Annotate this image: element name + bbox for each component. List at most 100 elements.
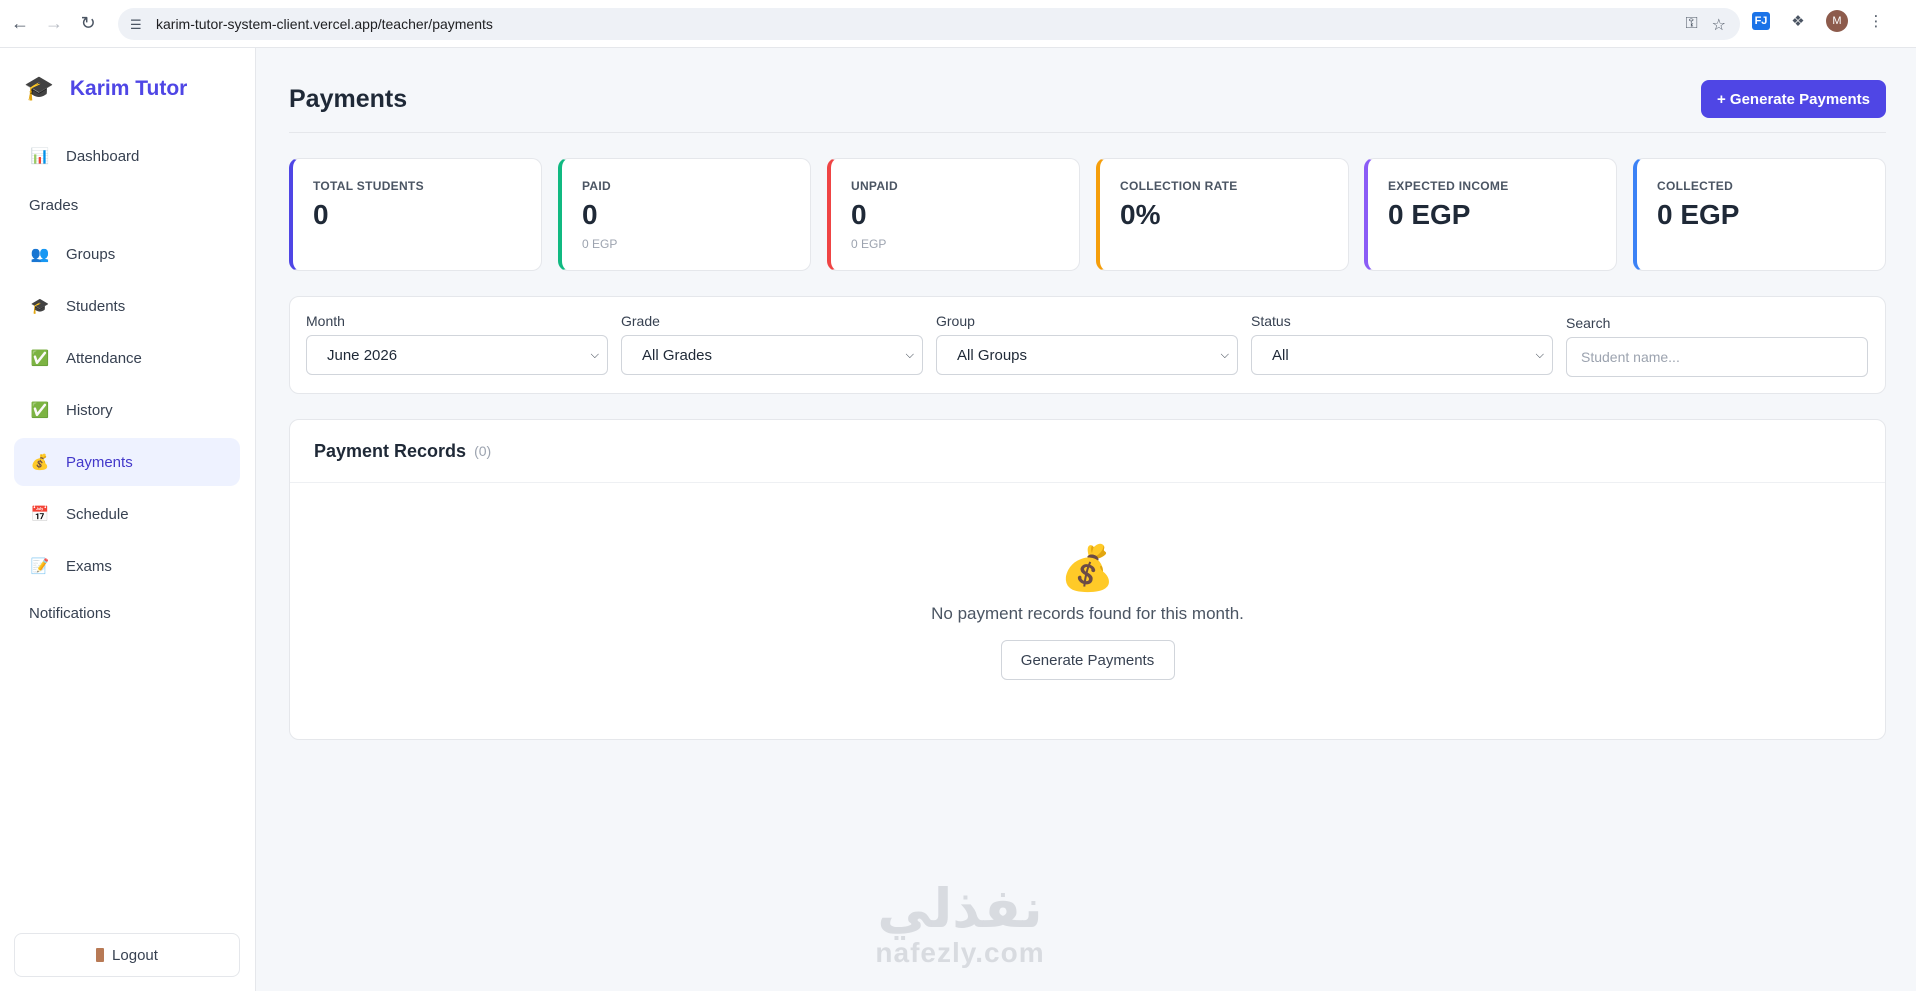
people-icon: 👥 [30, 246, 50, 263]
chevron-down-icon: ⌵ [905, 348, 914, 361]
grade-select[interactable]: All Grades ⌵ [621, 335, 923, 375]
group-filter: Group All Groups ⌵ [936, 313, 1238, 375]
group-select-value: All Groups [957, 346, 1028, 364]
watermark-arabic: نفذلي [877, 877, 1043, 940]
payment-records-panel: Payment Records (0) 💰 No payment records… [289, 419, 1886, 740]
sidebar-item-label: Dashboard [66, 147, 140, 165]
password-key-icon[interactable]: ⚿ [1685, 15, 1697, 35]
sidebar-item-history[interactable]: ✅ History [14, 386, 240, 434]
memo-icon: 📝 [30, 558, 50, 575]
status-select[interactable]: All ⌵ [1251, 335, 1553, 375]
graduation-cap-icon: 🎓 [24, 75, 54, 102]
stat-value: 0 [582, 199, 598, 230]
empty-generate-payments-button[interactable]: Generate Payments [1000, 640, 1175, 680]
month-filter: Month June 2026 ⌵ [306, 313, 608, 375]
month-select-value: June 2026 [327, 346, 398, 364]
sidebar-item-label: Exams [66, 557, 112, 575]
brand[interactable]: 🎓 Karim Tutor [24, 74, 187, 103]
records-title: Payment Records [314, 440, 467, 461]
graduation-cap-icon: 🎓 [30, 298, 50, 315]
status-select-value: All [1272, 346, 1289, 364]
watermark-latin: nafezly.com [875, 937, 1045, 968]
page-title: Payments [289, 85, 408, 113]
calendar-icon: 📅 [30, 506, 50, 523]
stat-card-collection-rate: COLLECTION RATE 0% [1096, 158, 1349, 271]
status-label: Status [1251, 313, 1291, 329]
site-settings-icon[interactable]: ☰ [130, 17, 146, 32]
sidebar-item-grades[interactable]: Grades [29, 197, 78, 214]
sidebar-item-label: Schedule [66, 505, 129, 523]
chevron-down-icon: ⌵ [1220, 348, 1229, 361]
search-input[interactable] [1566, 337, 1868, 377]
month-label: Month [306, 313, 345, 329]
sidebar-item-schedule[interactable]: 📅 Schedule [14, 490, 240, 538]
group-label: Group [936, 313, 975, 329]
url-text[interactable]: karim-tutor-system-client.vercel.app/tea… [156, 16, 493, 32]
generate-payments-button[interactable]: + Generate Payments [1701, 80, 1886, 118]
grade-label: Grade [621, 313, 660, 329]
browser-toolbar: ← → ↻ ☰ karim-tutor-system-client.vercel… [0, 0, 1916, 48]
stat-value: 0 EGP [1657, 199, 1740, 230]
records-count: (0) [474, 443, 492, 459]
logout-label: Logout [112, 946, 158, 964]
month-select[interactable]: June 2026 ⌵ [306, 335, 608, 375]
stat-value: 0 [851, 199, 867, 230]
back-icon[interactable]: ← [6, 10, 34, 38]
records-header: Payment Records (0) [290, 420, 1885, 483]
browser-menu-icon[interactable]: ⋮ [1866, 11, 1886, 31]
sidebar-item-attendance[interactable]: ✅ Attendance [14, 334, 240, 382]
stat-value: 0 EGP [1388, 199, 1471, 230]
money-bag-icon: 💰 [30, 454, 50, 471]
address-bar[interactable]: ☰ karim-tutor-system-client.vercel.app/t… [118, 8, 1740, 40]
sidebar-item-label: Groups [66, 245, 116, 263]
main-content: Payments + Generate Payments TOTAL STUDE… [256, 48, 1916, 991]
stat-value: 0% [1120, 199, 1161, 230]
forward-icon[interactable]: → [40, 10, 68, 38]
stat-label: PAID [582, 179, 611, 193]
bookmark-star-icon[interactable]: ☆ [1712, 15, 1726, 35]
stat-sub: 0 EGP [582, 237, 618, 251]
status-filter: Status All ⌵ [1251, 313, 1553, 375]
watermark: نفذلي nafezly.com [852, 880, 1068, 968]
sidebar-item-label: Attendance [66, 349, 142, 367]
money-bag-icon: 💰 [1060, 544, 1115, 593]
sidebar-item-dashboard[interactable]: 📊 Dashboard [14, 132, 240, 180]
stat-label: EXPECTED INCOME [1388, 179, 1509, 193]
grade-select-value: All Grades [642, 346, 713, 364]
sidebar-item-groups[interactable]: 👥 Groups [14, 230, 240, 278]
stat-sub: 0 EGP [851, 237, 887, 251]
stat-card-expected-income: EXPECTED INCOME 0 EGP [1364, 158, 1617, 271]
sidebar-item-students[interactable]: 🎓 Students [14, 282, 240, 330]
brand-name: Karim Tutor [69, 76, 188, 100]
sidebar-item-notifications[interactable]: Notifications [29, 605, 111, 622]
group-select[interactable]: All Groups ⌵ [936, 335, 1238, 375]
stat-card-paid: PAID 0 0 EGP [558, 158, 811, 271]
search-label: Search [1566, 315, 1611, 331]
filters-panel: Month June 2026 ⌵ Grade All Grades ⌵ Gro… [289, 296, 1886, 394]
sidebar-item-payments[interactable]: 💰 Payments [14, 438, 240, 486]
stat-card-unpaid: UNPAID 0 0 EGP [827, 158, 1080, 271]
divider [289, 132, 1886, 133]
stat-label: COLLECTION RATE [1120, 179, 1238, 193]
grade-filter: Grade All Grades ⌵ [621, 313, 923, 375]
door-icon [96, 948, 105, 962]
stat-card-collected: COLLECTED 0 EGP [1633, 158, 1886, 271]
reload-icon[interactable]: ↻ [74, 10, 102, 38]
stat-label: UNPAID [851, 179, 898, 193]
empty-state-text: No payment records found for this month. [931, 604, 1244, 623]
stat-label: COLLECTED [1657, 179, 1734, 193]
extensions-puzzle-icon[interactable]: ❖ [1788, 11, 1808, 31]
chevron-down-icon: ⌵ [590, 348, 599, 361]
sidebar: 🎓 Karim Tutor 📊 Dashboard Grades 👥 Group… [0, 48, 256, 991]
chevron-down-icon: ⌵ [1535, 348, 1544, 361]
logout-button[interactable]: Logout [14, 933, 240, 977]
empty-state: 💰 No payment records found for this mont… [290, 542, 1885, 680]
sidebar-item-label: History [66, 401, 113, 419]
sidebar-item-label: Students [66, 297, 126, 315]
stat-card-total-students: TOTAL STUDENTS 0 [289, 158, 542, 271]
bar-chart-icon: 📊 [30, 148, 50, 165]
sidebar-item-exams[interactable]: 📝 Exams [14, 542, 240, 590]
stat-label: TOTAL STUDENTS [313, 179, 424, 193]
extension-fj-icon[interactable]: FJ [1752, 12, 1770, 30]
profile-avatar[interactable]: M [1826, 10, 1848, 32]
